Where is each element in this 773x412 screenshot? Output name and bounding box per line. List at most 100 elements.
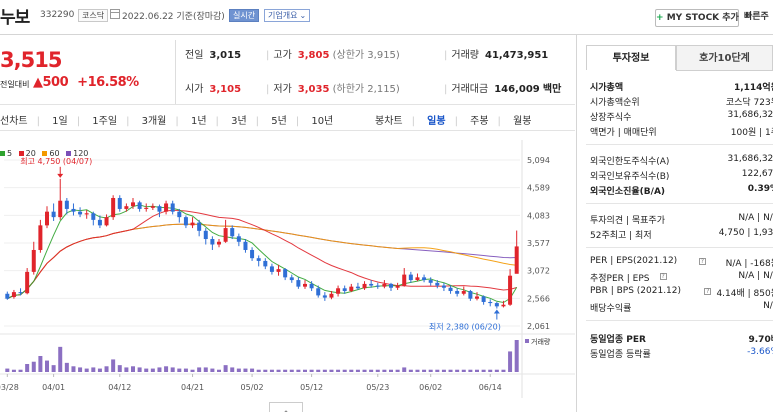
x-tick-label: 04/12 [108,383,131,392]
candle-body [223,228,228,242]
prev-close-value: 3,015 [209,50,242,61]
invest-label: 외국인보유주식수(B) [590,172,670,182]
change-label: 전일대비 [0,80,30,89]
tab-invest-info[interactable]: 투자정보 [586,45,676,71]
help-icon[interactable]: ? [698,258,706,265]
candle-body [64,200,69,209]
low-value: 3,035 [297,84,330,95]
candle-body [435,282,440,286]
chevron-down-icon: ⌄ [299,11,307,20]
range-3y[interactable]: 3년 [231,116,247,127]
candle-body [415,277,420,281]
volume-bar [131,366,135,372]
volume-bar [309,369,314,372]
add-mystock-button[interactable]: + MY STOCK 추가 [655,9,739,27]
volume-bar [289,369,294,372]
candle-body [395,285,400,288]
stock-code: 332290 [40,10,75,20]
range-1w[interactable]: 1주일 [92,116,117,127]
period-monthly[interactable]: 월봉 [513,116,531,127]
open-value: 3,105 [209,84,242,95]
quote-date: 2022.06.22 기준(장마감) [122,12,225,22]
volume-bar [190,369,195,372]
volume-bar [296,369,301,372]
realtime-button[interactable]: 실시간 [229,9,260,22]
invest-value: 0.39% [747,184,773,194]
candle-body [355,286,360,289]
upper-limit: (상한가 3,915) [332,50,400,61]
volume-bar [355,369,360,372]
candle-body [276,269,281,272]
candle-body [322,295,327,298]
range-10y[interactable]: 10년 [311,116,333,127]
help-icon[interactable]: ? [704,288,712,295]
volume-bar [455,369,460,372]
volume-label: 거래량 [451,50,479,61]
volume-legend-swatch [525,339,529,343]
volume-bar [428,369,433,372]
range-1y[interactable]: 1년 [191,116,207,127]
volume-bar [31,361,36,372]
price-chart[interactable]: 5,094 4,589 4,083 3,577 3,072 2,566 2,061 거래량 03… [0,140,575,402]
trade-amount: | 거래대금 146,009 백만 [444,84,562,95]
period-weekly[interactable]: 주봉 [470,116,488,127]
period-daily[interactable]: 일봉 [427,116,445,127]
candle-body [117,197,122,209]
volume-bar [203,367,208,372]
ma60-line [7,223,517,300]
candle-body [190,222,195,226]
y-tick-label: 4,083 [527,211,550,220]
volume-bar [117,365,122,372]
range-3m[interactable]: 3개월 [142,116,167,127]
candle-body [349,286,354,292]
candle-body [170,203,175,212]
volume-bar [64,362,69,372]
volume-bar [58,346,63,372]
y-tick-label: 4,589 [527,184,550,193]
open-label: 시가 [185,84,204,95]
quick-order-button[interactable]: 빠른주 [744,9,769,22]
tab-orderbook[interactable]: 호가10단계 [676,45,773,71]
volume-bar [183,368,188,372]
candle-body [38,225,43,250]
volume-bar [11,369,16,372]
volume-bar [389,369,393,372]
help-icon[interactable]: ? [659,273,667,280]
candle-body [461,291,466,294]
volume-label: 거래량 [531,337,551,346]
prev-close: 전일 3,015 [185,46,241,61]
volume-bar [329,369,334,372]
volume-bar [256,369,261,372]
candle-body [309,283,314,289]
quote-bottom-divider [0,104,575,105]
volume-bar [322,369,327,372]
candle-body [183,217,188,226]
current-price: 3,515 [0,48,62,72]
candle-chart-button[interactable]: 봉차트 [375,116,403,127]
volume-bar [422,369,427,372]
volume-bar [25,364,30,372]
candle-body [494,303,499,307]
company-overview-button[interactable]: 기업개요 ⌄ [264,9,311,22]
candle-body [316,288,321,296]
invest-value: 31,686,323 [727,154,773,164]
add-mystock-label: MY STOCK 추가 [666,13,739,23]
volume-bar [250,368,255,372]
volume-bar [514,340,519,372]
change-value: 500 [42,75,69,90]
line-chart-button[interactable]: 선차트 [0,116,28,127]
collapse-handle[interactable] [269,402,303,412]
range-5y[interactable]: 5년 [271,116,287,127]
range-selector: 선차트 | 1일 | 1주일 | 3개월 | 1년 | 3년 | 5년 | 10년 [0,116,334,127]
candle-body [362,283,367,289]
candle-body [97,219,102,226]
candle-body [91,213,96,220]
range-1d[interactable]: 1일 [52,116,68,127]
day-low: | 저가 3,035 (하한가 2,115) [266,84,400,95]
volume-bar [488,369,493,372]
invest-value: 1,114억원 [733,83,773,93]
amount-value: 146,009 [494,84,540,95]
candle-body [243,241,248,250]
candle-body [329,293,334,298]
volume-bar [124,367,129,372]
